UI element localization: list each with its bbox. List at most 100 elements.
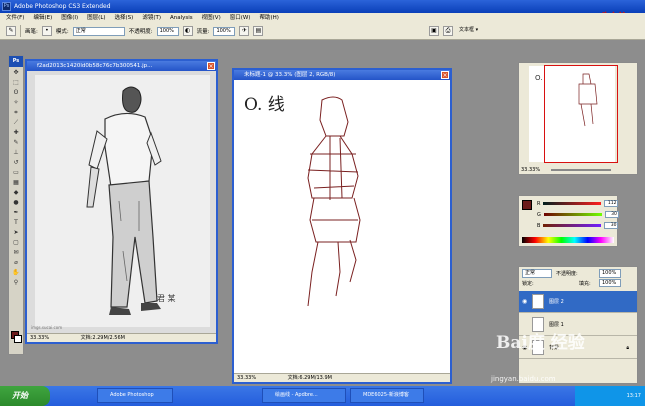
menu-view[interactable]: 视图(V) <box>202 13 221 23</box>
baidu-watermark: Bai度 经验 <box>496 333 585 353</box>
menu-window[interactable]: 窗口(W) <box>230 13 251 23</box>
type-tool-icon[interactable]: T <box>9 218 23 227</box>
navigator-view-box[interactable] <box>544 65 618 163</box>
title-bar: Ps Adobe Photoshop CS3 Extended <box>0 0 645 13</box>
lock-label: 锁定: <box>522 281 534 287</box>
photo-credit: imgs.sucai.com <box>31 325 62 330</box>
layer-thumbnail <box>532 294 544 309</box>
baidu-url: jingyan.baidu.com <box>491 375 556 383</box>
healing-tool-icon[interactable]: ✚ <box>9 128 23 137</box>
eye-icon[interactable]: ◉ <box>522 291 530 313</box>
sketch-label: O. 线 <box>244 95 285 115</box>
photo-document-window[interactable]: f2ad2013c1420ld0b58c76c7b300541.jp... × … <box>25 59 218 344</box>
channel-value[interactable]: 30 <box>604 211 619 218</box>
channel-slider[interactable] <box>543 224 602 227</box>
photo-doc-size: 文档:2.29M/2.56M <box>80 335 125 341</box>
opacity-field[interactable]: 100% <box>156 26 179 36</box>
menu-edit[interactable]: 编辑(E) <box>33 13 52 23</box>
taskbar: 开始 Adobe Photoshop 绘画线 - Apdbre... MDE60… <box>0 386 645 406</box>
menu-bar: 文件(F) 编辑(E) 图像(I) 图层(L) 选择(S) 滤镜(T) Anal… <box>0 13 645 23</box>
hand-tool-icon[interactable]: ✋ <box>9 268 23 277</box>
airbrush-icon[interactable]: ✈ <box>239 26 250 36</box>
slice-tool-icon[interactable]: ⟋ <box>9 118 23 127</box>
menu-select[interactable]: 选择(S) <box>115 13 134 23</box>
gradient-tool-icon[interactable]: ▦ <box>9 178 23 187</box>
pressure-opacity-icon[interactable]: ◐ <box>182 26 193 36</box>
clock[interactable]: 13:17 <box>627 393 641 399</box>
color-row-g: G 30 <box>537 211 619 218</box>
menu-file[interactable]: 文件(F) <box>6 13 24 23</box>
palette-icon[interactable]: ▤ <box>253 26 264 36</box>
background-color-swatch[interactable] <box>14 335 22 343</box>
pen-tool-icon[interactable]: ✒ <box>9 208 23 217</box>
options-bar: ✎ 画笔: • 模式: 正常 不透明度: 100% ◐ 流量: 100% ✈ ▤… <box>0 23 645 40</box>
close-icon[interactable]: × <box>441 71 449 79</box>
workspace-menu[interactable]: 文本框 ▾ <box>457 27 491 36</box>
flow-field[interactable]: 100% <box>213 26 236 36</box>
stamp-tool-icon[interactable]: ⊥ <box>9 148 23 157</box>
taskbar-item-photoshop[interactable]: Adobe Photoshop <box>97 388 173 403</box>
magic-wand-tool-icon[interactable]: ✧ <box>9 98 23 107</box>
brush-tool-icon[interactable]: ✎ <box>9 138 23 147</box>
channel-label: G <box>537 211 541 218</box>
photo-status-bar: 33.33% 文档:2.29M/2.56M <box>27 333 216 342</box>
move-tool-icon[interactable]: ✥ <box>9 68 23 77</box>
fill-label: 填充: <box>579 281 591 287</box>
print-icon[interactable]: ⎙ <box>443 26 453 36</box>
blend-mode-select[interactable]: 正常 <box>522 269 552 278</box>
menu-image[interactable]: 图像(I) <box>61 13 78 23</box>
zoom-tool-icon[interactable]: ⚲ <box>9 278 23 287</box>
brush-preset-picker[interactable]: • <box>41 26 52 36</box>
close-icon[interactable]: × <box>207 62 215 70</box>
channel-value[interactable]: 30 <box>604 222 619 229</box>
menu-help[interactable]: 帮助(H) <box>259 13 278 23</box>
lock-icon: 🔒︎ <box>626 345 629 351</box>
color-row-r: R 112 <box>537 200 619 207</box>
sketch-document-title[interactable]: 未标题-1 @ 33.3% (图层 2, RGB/8) <box>234 70 450 80</box>
sketch-zoom[interactable]: 33.33% <box>237 375 256 381</box>
menu-analysis[interactable]: Analysis <box>170 13 193 23</box>
brush-tool-icon[interactable]: ✎ <box>6 26 16 36</box>
blur-tool-icon[interactable]: ◆ <box>9 188 23 197</box>
app-icon: Ps <box>2 2 11 11</box>
navigator-panel: O. 33.33% <box>518 62 638 175</box>
photo-document-title[interactable]: f2ad2013c1420ld0b58c76c7b300541.jp... <box>27 61 216 71</box>
window-title: Adobe Photoshop CS3 Extended <box>14 3 111 10</box>
bridge-icon[interactable]: ▣ <box>429 26 439 36</box>
layer-row[interactable]: ◉ 图层 2 <box>519 291 637 313</box>
channel-label: B <box>537 222 541 229</box>
sketch-canvas[interactable]: O. 线 <box>234 80 450 374</box>
navigator-zoom-slider[interactable] <box>551 169 611 171</box>
sketch-document-window[interactable]: 未标题-1 @ 33.3% (图层 2, RGB/8) × O. 线 33.33… <box>232 68 452 384</box>
mode-select[interactable]: 正常 <box>72 26 125 36</box>
fill-field[interactable]: 100% <box>599 279 621 287</box>
taskbar-item-browser[interactable]: 绘画线 - Apdbre... <box>262 388 346 403</box>
color-foreground-swatch[interactable] <box>522 200 532 210</box>
channel-slider[interactable] <box>543 213 602 216</box>
sketch-status-bar: 33.33% 文档:6.29M/13.9M <box>234 373 450 382</box>
marquee-tool-icon[interactable]: ⬚ <box>9 78 23 87</box>
photo-zoom[interactable]: 33.33% <box>30 335 49 341</box>
history-brush-icon[interactable]: ↺ <box>9 158 23 167</box>
ps-logo: Ps <box>9 56 23 67</box>
path-select-tool-icon[interactable]: ➤ <box>9 228 23 237</box>
navigator-zoom[interactable]: 33.33% <box>521 167 540 173</box>
sketch-doc-size: 文档:6.29M/13.9M <box>287 375 332 381</box>
eraser-tool-icon[interactable]: ▭ <box>9 168 23 177</box>
lasso-tool-icon[interactable]: ʘ <box>9 88 23 97</box>
taskbar-item-blog[interactable]: MDE6025-新浪博客 <box>350 388 424 403</box>
separator <box>20 25 21 37</box>
start-button[interactable]: 开始 <box>0 386 50 406</box>
eyedropper-tool-icon[interactable]: ⌀ <box>9 258 23 267</box>
color-spectrum[interactable] <box>522 237 614 243</box>
crop-tool-icon[interactable]: ⌗ <box>9 108 23 117</box>
toolbox: Ps ✥ ⬚ ʘ ✧ ⌗ ⟋ ✚ ✎ ⊥ ↺ ▭ ▦ ◆ ● ✒ T ➤ ▢ ✉… <box>8 55 24 355</box>
menu-filter[interactable]: 滤镜(T) <box>142 13 161 23</box>
menu-layer[interactable]: 图层(L) <box>87 13 105 23</box>
channel-slider[interactable] <box>543 202 602 205</box>
dodge-tool-icon[interactable]: ● <box>9 198 23 207</box>
shape-tool-icon[interactable]: ▢ <box>9 238 23 247</box>
notes-tool-icon[interactable]: ✉ <box>9 248 23 257</box>
layer-opacity-field[interactable]: 100% <box>599 269 621 278</box>
channel-value[interactable]: 112 <box>604 200 619 207</box>
